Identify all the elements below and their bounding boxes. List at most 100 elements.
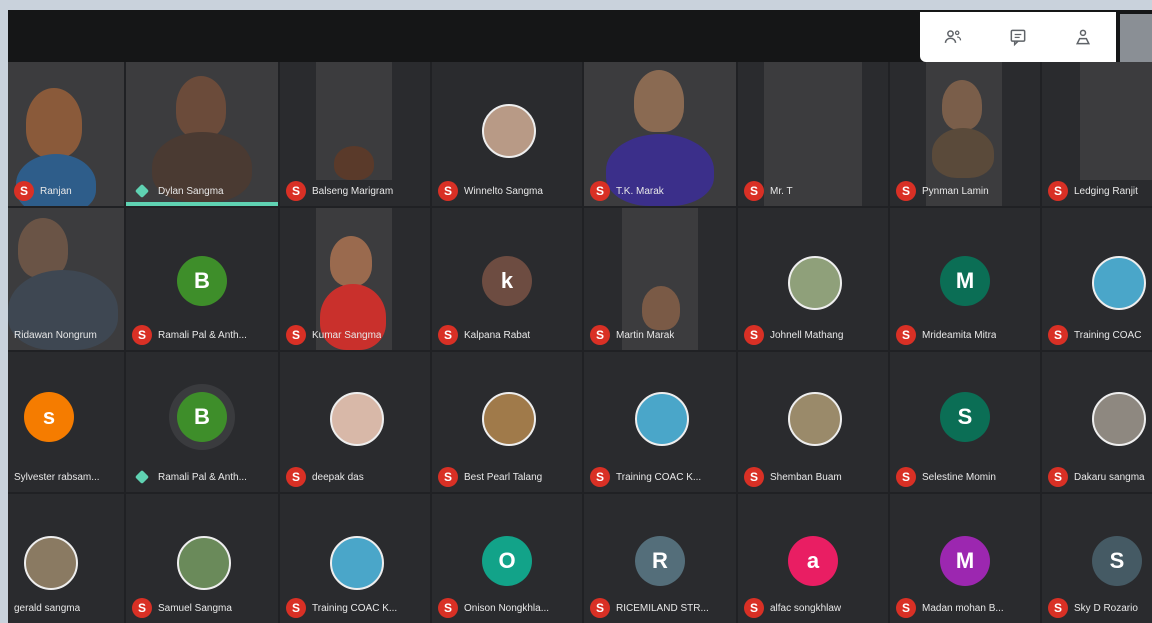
participant-tile[interactable]: M S Madan mohan B... xyxy=(890,494,1040,623)
participant-name: gerald sangma xyxy=(14,602,81,614)
participant-name: Kalpana Rabat xyxy=(464,329,531,341)
participant-tile[interactable]: S S Sky D Rozario xyxy=(1042,494,1152,623)
participant-tile[interactable]: k S Kalpana Rabat xyxy=(432,208,582,350)
participant-avatar: s xyxy=(24,392,74,442)
participant-label: S Madan mohan B... xyxy=(896,597,1004,619)
activities-icon xyxy=(1076,29,1091,45)
participant-name: Martin Marak xyxy=(616,329,675,341)
participant-label: S Training COAC xyxy=(1048,324,1141,346)
participant-label: S RICEMILAND STR... xyxy=(590,597,709,619)
participant-tile[interactable]: S Training COAC K... xyxy=(584,352,736,492)
participant-tile-active[interactable]: Dylan Sangma xyxy=(126,62,278,206)
participant-label: S Selestine Momin xyxy=(896,466,996,488)
participant-avatar: O xyxy=(482,536,532,586)
participant-tile[interactable]: Ridawan Nongrum xyxy=(8,208,124,350)
participant-tile[interactable]: S Winnelto Sangma xyxy=(432,62,582,206)
participant-name: Pynman Lamin xyxy=(922,185,989,197)
participant-label: S Dakaru sangma xyxy=(1048,466,1145,488)
mic-muted-icon: S xyxy=(1048,325,1068,345)
mic-muted-icon: S xyxy=(744,467,764,487)
mic-muted-icon: S xyxy=(896,467,916,487)
participant-tile[interactable]: S S Selestine Momin xyxy=(890,352,1040,492)
mic-muted-icon: S xyxy=(744,181,764,201)
participant-label: S Mr. T xyxy=(744,180,793,202)
participant-name: Madan mohan B... xyxy=(922,602,1004,614)
participant-tile[interactable]: S Kumar Sangma xyxy=(280,208,430,350)
chat-button[interactable] xyxy=(1000,19,1036,55)
participant-tile[interactable]: O S Onison Nongkhla... xyxy=(432,494,582,623)
participant-tile[interactable]: S Shemban Buam xyxy=(738,352,888,492)
participant-name: Johnell Mathang xyxy=(770,329,844,341)
activities-button[interactable] xyxy=(1065,19,1101,55)
participant-tile[interactable]: S deepak das xyxy=(280,352,430,492)
participant-tile[interactable]: gerald sangma xyxy=(8,494,124,623)
participant-name: Dylan Sangma xyxy=(158,185,224,197)
participant-tile[interactable]: S Training COAC K... xyxy=(280,494,430,623)
participant-avatar xyxy=(635,392,689,446)
participant-tile[interactable]: S Samuel Sangma xyxy=(126,494,278,623)
mic-muted-icon: S xyxy=(896,181,916,201)
participant-tile[interactable]: S Ledging Ranjit xyxy=(1042,62,1152,206)
mic-muted-icon: S xyxy=(132,325,152,345)
mic-muted-icon: S xyxy=(590,598,610,618)
participant-video xyxy=(316,62,392,180)
participant-tile[interactable]: B S Ramali Pal & Anth... xyxy=(126,208,278,350)
participant-tile[interactable]: S Mr. T xyxy=(738,62,888,206)
mic-muted-icon: S xyxy=(1048,598,1068,618)
participant-avatar: S xyxy=(940,392,990,442)
participant-label: S Kumar Sangma xyxy=(286,324,381,346)
participant-name: RICEMILAND STR... xyxy=(616,602,709,614)
participant-label: Dylan Sangma xyxy=(132,180,224,202)
participant-tile[interactable]: S Pynman Lamin xyxy=(890,62,1040,206)
mic-muted-icon: S xyxy=(438,181,458,201)
mic-muted-icon: S xyxy=(286,467,306,487)
participant-label: S Best Pearl Talang xyxy=(438,466,542,488)
participant-tile[interactable]: S Johnell Mathang xyxy=(738,208,888,350)
participant-tile[interactable]: S Training COAC xyxy=(1042,208,1152,350)
participant-name: Sky D Rozario xyxy=(1074,602,1138,614)
participant-tile[interactable]: M S Mrideamita Mitra xyxy=(890,208,1040,350)
participant-name: Samuel Sangma xyxy=(158,602,232,614)
participant-name: Balseng Marigram xyxy=(312,185,394,197)
mic-muted-icon: S xyxy=(744,325,764,345)
participant-label: S Balseng Marigram xyxy=(286,180,393,202)
participant-tile[interactable]: s Sylvester rabsam... xyxy=(8,352,124,492)
participant-label: Ridawan Nongrum xyxy=(14,324,97,346)
participant-tile[interactable]: S Dakaru sangma xyxy=(1042,352,1152,492)
people-button[interactable] xyxy=(935,19,971,55)
self-view-thumbnail[interactable] xyxy=(1120,14,1152,62)
mic-muted-icon: S xyxy=(1048,467,1068,487)
mic-muted-icon: S xyxy=(438,467,458,487)
mic-muted-icon: S xyxy=(286,181,306,201)
mic-muted-icon: S xyxy=(590,467,610,487)
participant-name: Sylvester rabsam... xyxy=(14,471,100,483)
participant-tile[interactable]: S Ranjan xyxy=(8,62,124,206)
mic-muted-icon: S xyxy=(438,598,458,618)
participant-tile[interactable]: R S RICEMILAND STR... xyxy=(584,494,736,623)
participant-label: S Kalpana Rabat xyxy=(438,324,530,346)
participant-tile[interactable]: B Ramali Pal & Anth... xyxy=(126,352,278,492)
participant-tile[interactable]: S Balseng Marigram xyxy=(280,62,430,206)
participant-tile[interactable]: S T.K. Marak xyxy=(584,62,736,206)
participant-name: Kumar Sangma xyxy=(312,329,382,341)
participant-name: Winnelto Sangma xyxy=(464,185,543,197)
participant-name: Ramali Pal & Anth... xyxy=(158,471,247,483)
participant-name: Dakaru sangma xyxy=(1074,471,1145,483)
participant-label: S Samuel Sangma xyxy=(132,597,232,619)
participant-name: Mrideamita Mitra xyxy=(922,329,997,341)
participant-label: S Ramali Pal & Anth... xyxy=(132,324,247,346)
participant-avatar xyxy=(330,536,384,590)
mic-muted-icon: S xyxy=(590,325,610,345)
participant-name: Onison Nongkhla... xyxy=(464,602,550,614)
mic-muted-icon: S xyxy=(590,181,610,201)
participant-label: S Johnell Mathang xyxy=(744,324,843,346)
participant-avatar xyxy=(1092,256,1146,310)
participant-tile[interactable]: S Martin Marak xyxy=(584,208,736,350)
participant-name: Ledging Ranjit xyxy=(1074,185,1138,197)
participant-label: S Sky D Rozario xyxy=(1048,597,1138,619)
participant-tile[interactable]: S Best Pearl Talang xyxy=(432,352,582,492)
participant-tile[interactable]: a S alfac songkhlaw xyxy=(738,494,888,623)
participant-label: S Shemban Buam xyxy=(744,466,842,488)
mic-muted-icon: S xyxy=(132,598,152,618)
participant-label: S Pynman Lamin xyxy=(896,180,989,202)
